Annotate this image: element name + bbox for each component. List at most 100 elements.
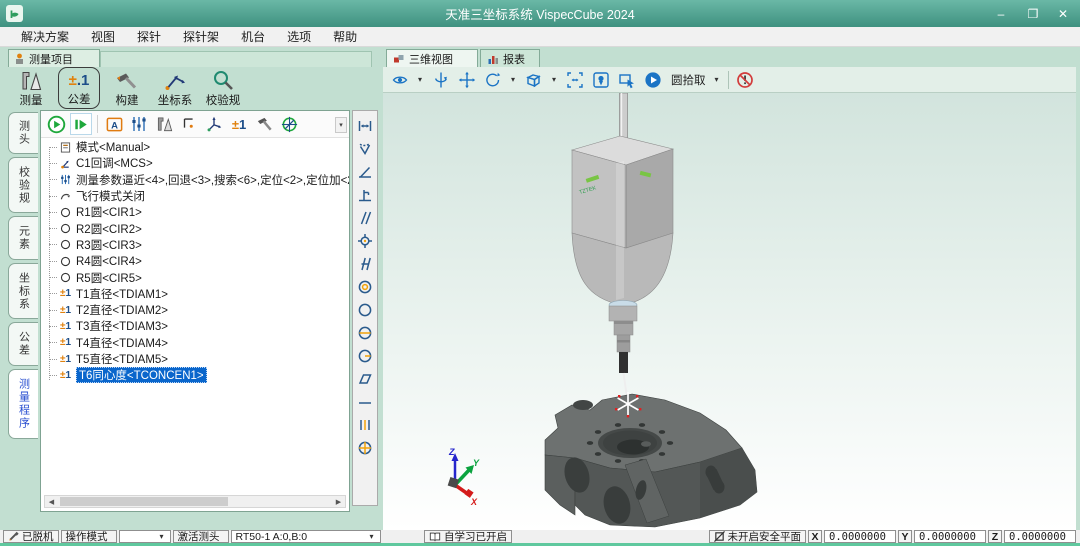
view-cube-icon[interactable]	[524, 70, 543, 89]
menu-item-1[interactable]: 解决方案	[10, 27, 80, 46]
tree-item-12[interactable]: ±1T3直径<TDIAM3>	[41, 318, 349, 334]
tree-item-13[interactable]: ±1T4直径<TDIAM4>	[41, 335, 349, 351]
tree-item-label: 飞行模式关闭	[76, 188, 145, 204]
tree-item-15[interactable]: ±1T6同心度<TCONCEN1>	[41, 367, 349, 383]
self-learning-status[interactable]: 自学习已开启	[424, 530, 512, 543]
ribbon-measure-button[interactable]: 测量	[10, 67, 52, 109]
tolerance-distance-icon[interactable]	[357, 118, 373, 134]
tree-item-label: 测量参数逼近<4>,回退<3>,搜索<6>,定位<2>,定位加<2>,测	[76, 172, 349, 188]
tree-item-14[interactable]: ±1T5直径<TDIAM5>	[41, 351, 349, 367]
rotate-view-dropdown[interactable]	[509, 75, 517, 84]
tree-item-3[interactable]: 测量参数逼近<4>,回退<3>,搜索<6>,定位<2>,定位加<2>,测	[41, 172, 349, 188]
tree-item-label: T6同心度<TCONCEN1>	[76, 367, 207, 383]
tolerance-straightness-icon[interactable]	[357, 394, 373, 410]
view-visibility-icon[interactable]	[390, 70, 409, 89]
scroll-right-arrow[interactable]: ▶	[332, 496, 345, 507]
tolerance-total-runout-icon[interactable]	[357, 348, 373, 364]
menu-item-5[interactable]: 机台	[230, 27, 276, 46]
tree-item-6[interactable]: R2圆<CIR2>	[41, 220, 349, 236]
ribbon-gauge-button[interactable]: 校验规	[202, 67, 244, 109]
rename-icon[interactable]: A	[103, 113, 125, 135]
viewport-3d-scene[interactable]: TZTEK	[383, 93, 1076, 530]
caliper-icon[interactable]	[153, 113, 175, 135]
tab-measure-project[interactable]: 测量项目	[8, 49, 100, 67]
side-tab-1[interactable]: 测头	[8, 112, 38, 154]
circle-icon	[59, 206, 72, 219]
side-tab-4[interactable]: 坐标系	[8, 263, 38, 319]
tree-item-9[interactable]: R5圆<CIR5>	[41, 269, 349, 285]
side-tab-strip: 测头校验规元素坐标系公差测量程序	[8, 112, 38, 439]
menu-item-3[interactable]: 探针	[126, 27, 172, 46]
step-run-icon[interactable]	[70, 113, 92, 135]
compass-icon[interactable]	[278, 113, 300, 135]
horizontal-scrollbar[interactable]: ◀ ▶	[44, 495, 346, 508]
run-program-icon[interactable]	[45, 113, 67, 135]
tolerance-runout-icon[interactable]	[357, 325, 373, 341]
tolerance-roundness-icon[interactable]	[357, 302, 373, 318]
tree-item-label: R1圆<CIR1>	[76, 204, 142, 220]
tolerance-angle-icon[interactable]	[357, 141, 373, 157]
tolerance-symmetry-icon[interactable]	[357, 417, 373, 433]
ribbon-construct-button[interactable]: 构建	[106, 67, 148, 109]
ribbon-label: 坐标系	[158, 92, 193, 108]
ribbon-coordsys-button[interactable]: 坐标系	[154, 67, 196, 109]
locate-pin-icon[interactable]	[591, 70, 610, 89]
circle-pick-label[interactable]: 圆拾取	[671, 72, 706, 88]
tree-item-4[interactable]: 飞行模式关闭	[41, 188, 349, 204]
measure-params-icon[interactable]	[128, 113, 150, 135]
menu-item-4[interactable]: 探针架	[172, 27, 230, 46]
zoom-fit-icon[interactable]	[565, 70, 584, 89]
tolerance-position-cross-icon[interactable]	[357, 440, 373, 456]
coordinate-icon[interactable]	[203, 113, 225, 135]
tree-item-1[interactable]: 模式<Manual>	[41, 139, 349, 155]
alarm-disabled-icon[interactable]	[736, 70, 755, 89]
corner-bracket-icon[interactable]	[178, 113, 200, 135]
side-tab-6[interactable]: 测量程序	[8, 369, 38, 439]
window-select-icon[interactable]	[617, 70, 636, 89]
menu-item-6[interactable]: 选项	[276, 27, 322, 46]
tree-item-11[interactable]: ±1T2直径<TDIAM2>	[41, 302, 349, 318]
tolerance-perpendicularity-icon[interactable]	[357, 187, 373, 203]
rotate-view-icon[interactable]	[483, 70, 502, 89]
close-button[interactable]: ✕	[1048, 0, 1078, 27]
tree-item-7[interactable]: R3圆<CIR3>	[41, 237, 349, 253]
menu-item-2[interactable]: 视图	[80, 27, 126, 46]
tab-report[interactable]: 报表	[480, 49, 540, 67]
safety-plane-status[interactable]: 未开启安全平面	[709, 530, 807, 543]
orbit-rotate-icon[interactable]	[431, 70, 450, 89]
tolerance-parallelism-icon[interactable]	[357, 210, 373, 226]
tolerance-angle-lines-icon[interactable]	[357, 256, 373, 272]
active-probe-select[interactable]: RT50-1 A:0,B:0	[231, 530, 381, 543]
circle-pick-dropdown[interactable]	[713, 75, 721, 84]
scrollbar-thumb[interactable]	[60, 497, 228, 506]
minimize-button[interactable]: –	[986, 0, 1016, 27]
tree-item-5[interactable]: R1圆<CIR1>	[41, 204, 349, 220]
construct-hammer-icon[interactable]	[253, 113, 275, 135]
offline-status[interactable]: 已脱机	[3, 530, 59, 543]
tab-3d-view[interactable]: 三维视图	[386, 49, 478, 67]
view-3d-tab-icon	[393, 53, 405, 65]
program-tree: 模式<Manual>C1回调<MCS>测量参数逼近<4>,回退<3>,搜索<6>…	[41, 139, 349, 383]
view-visibility-dropdown[interactable]	[416, 75, 424, 84]
restore-button[interactable]: ❐	[1018, 0, 1048, 27]
operation-mode-select[interactable]	[119, 530, 171, 543]
ribbon-tolerance-button[interactable]: ±.1公差	[58, 67, 100, 109]
tolerance-angularity-icon[interactable]	[357, 164, 373, 180]
tree-item-label: T1直径<TDIAM1>	[76, 286, 168, 302]
tolerance-pm1-icon[interactable]: ±1	[228, 113, 250, 135]
side-tab-5[interactable]: 公差	[8, 322, 38, 366]
tolerance-concentricity-icon[interactable]	[357, 279, 373, 295]
side-tab-2[interactable]: 校验规	[8, 157, 38, 213]
tree-item-10[interactable]: ±1T1直径<TDIAM1>	[41, 286, 349, 302]
pan-icon[interactable]	[457, 70, 476, 89]
tree-item-8[interactable]: R4圆<CIR4>	[41, 253, 349, 269]
scroll-left-arrow[interactable]: ◀	[45, 496, 58, 507]
tree-item-2[interactable]: C1回调<MCS>	[41, 155, 349, 171]
play-demo-icon[interactable]	[643, 70, 662, 89]
menu-item-7[interactable]: 帮助	[322, 27, 368, 46]
side-tab-3[interactable]: 元素	[8, 216, 38, 260]
tolerance-position-icon[interactable]	[357, 233, 373, 249]
toolbar-overflow-button[interactable]	[335, 117, 347, 133]
view-cube-dropdown[interactable]	[550, 75, 558, 84]
tolerance-flatness-icon[interactable]	[357, 371, 373, 387]
